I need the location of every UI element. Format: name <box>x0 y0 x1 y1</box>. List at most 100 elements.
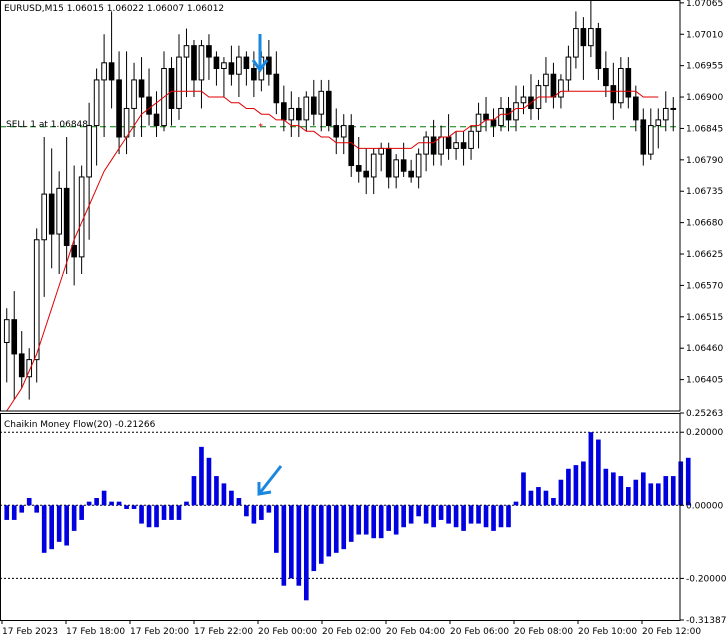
candle-body-bear <box>213 56 220 69</box>
candle-body-bear <box>460 142 467 149</box>
candle-body-bear <box>348 125 355 167</box>
cmf-bar <box>116 501 122 506</box>
cmf-bar <box>581 461 586 506</box>
trade-line-label: SELL 1 at 1.06848 <box>6 120 88 130</box>
price-tick-label: 1.06515 <box>686 313 723 323</box>
cmf-bar <box>56 505 62 542</box>
candle-body-bull <box>93 79 100 127</box>
cmf-bar <box>34 505 40 513</box>
cmf-bar <box>640 472 646 506</box>
candle-body-bear <box>310 96 317 115</box>
cmf-bar <box>221 483 227 506</box>
candle-body-bear <box>385 147 392 178</box>
cmf-bar <box>603 468 609 506</box>
cmf-bar <box>139 505 144 524</box>
candle-body-bull <box>123 107 130 138</box>
time-tick-label: 20 Feb 02:00 <box>322 627 381 637</box>
price-tick-label: 1.06460 <box>686 344 723 354</box>
cmf-bar <box>491 505 496 531</box>
entry-marker: * <box>258 123 263 133</box>
cmf-bar <box>558 479 564 506</box>
time-tick-label: 20 Feb 04:00 <box>386 627 445 637</box>
candle-body-bull <box>573 28 579 58</box>
candle-body-bear <box>610 85 617 104</box>
cmf-bar <box>453 505 459 528</box>
candle-body-bull <box>393 159 399 178</box>
cmf-bar <box>124 505 129 509</box>
cmf-bar <box>86 501 92 506</box>
candle-body-bear <box>206 45 212 58</box>
price-tick-label: 1.07010 <box>686 30 723 40</box>
cmf-bar <box>199 446 204 506</box>
price-tick-label: 1.06900 <box>686 93 723 103</box>
cmf-bar <box>214 476 219 506</box>
candle-body-bull <box>378 147 385 155</box>
indicator-tick-label: 0.20000 <box>686 428 723 438</box>
price-tick-label: 1.06790 <box>686 156 723 166</box>
cmf-bar <box>26 498 32 506</box>
price-tick-label: 1.06625 <box>686 250 723 260</box>
candle-body-bull <box>221 62 227 70</box>
cmf-bar <box>244 505 249 517</box>
cmf-bar <box>341 505 347 550</box>
candle-body-bear <box>603 68 609 87</box>
indicator-tick-label: -0.31387 <box>686 616 726 626</box>
candle-body-bull <box>618 68 624 104</box>
candle-body-bear <box>48 193 55 235</box>
candle-body-bull <box>101 62 107 81</box>
trading-chart[interactable]: * 1.07065 1.07010 1.06955 1.06900 1.06845 1.0… <box>0 0 728 644</box>
candle-body-bull <box>340 125 347 138</box>
candle-body-bull <box>468 130 474 149</box>
cmf-bar <box>318 505 324 564</box>
cmf-bar <box>573 465 579 506</box>
candle-body-bull <box>3 319 10 343</box>
time-tick-label: 20 Feb 08:00 <box>514 627 573 637</box>
candle-body-bear <box>363 170 370 178</box>
price-tick-label: 1.06955 <box>686 62 723 72</box>
cmf-bar <box>229 490 234 506</box>
chart-title: EURUSD,M15 1.06015 1.06022 1.06007 1.060… <box>4 4 224 14</box>
cmf-bar <box>109 501 114 506</box>
cmf-bar <box>363 505 369 535</box>
cmf-bar <box>431 505 436 528</box>
time-tick-label: 17 Feb 18:00 <box>66 627 125 637</box>
cmf-bar <box>64 505 69 546</box>
cmf-bar <box>401 505 406 528</box>
cmf-bar <box>311 505 317 572</box>
candle-body-bull <box>303 96 310 121</box>
candle[interactable] <box>33 228 40 383</box>
price-tick-label: 1.06735 <box>686 187 723 197</box>
cmf-bar <box>289 505 294 579</box>
cmf-bar <box>154 505 159 528</box>
time-tick-label: 17 Feb 20:00 <box>130 627 189 637</box>
candle-body-bear <box>138 79 145 98</box>
cmf-bar <box>670 476 676 506</box>
cmf-bar <box>408 505 414 524</box>
candle-body-bull <box>288 107 295 121</box>
cmf-bar <box>11 505 17 520</box>
candle-body-bear <box>625 68 632 98</box>
candle-body-bull <box>558 79 564 98</box>
cmf-bar <box>618 476 624 506</box>
cmf-bar <box>19 505 25 513</box>
cmf-bar <box>446 505 451 524</box>
price-tick-label: 1.06405 <box>686 376 723 386</box>
candle-body-bear <box>108 62 115 81</box>
cmf-bar <box>236 498 242 506</box>
cmf-bar <box>206 457 212 506</box>
candle-body-bull <box>318 90 325 115</box>
cmf-bar <box>438 505 444 520</box>
cmf-bar <box>4 505 10 520</box>
cmf-bar <box>611 472 616 506</box>
candle-body-bear <box>483 113 489 121</box>
indicator-title: Chaikin Money Flow(20) -0.21266 <box>4 420 156 430</box>
candle-body-bull <box>86 125 92 178</box>
candle-body-bull <box>415 153 422 178</box>
cmf-bar <box>161 505 167 520</box>
cmf-bar <box>303 505 309 601</box>
candle-body-bull <box>453 142 459 149</box>
price-tick-label: 1.06680 <box>686 219 723 229</box>
cmf-bar <box>356 505 362 535</box>
cmf-bar <box>521 472 526 506</box>
candle-body-bear <box>281 102 287 121</box>
